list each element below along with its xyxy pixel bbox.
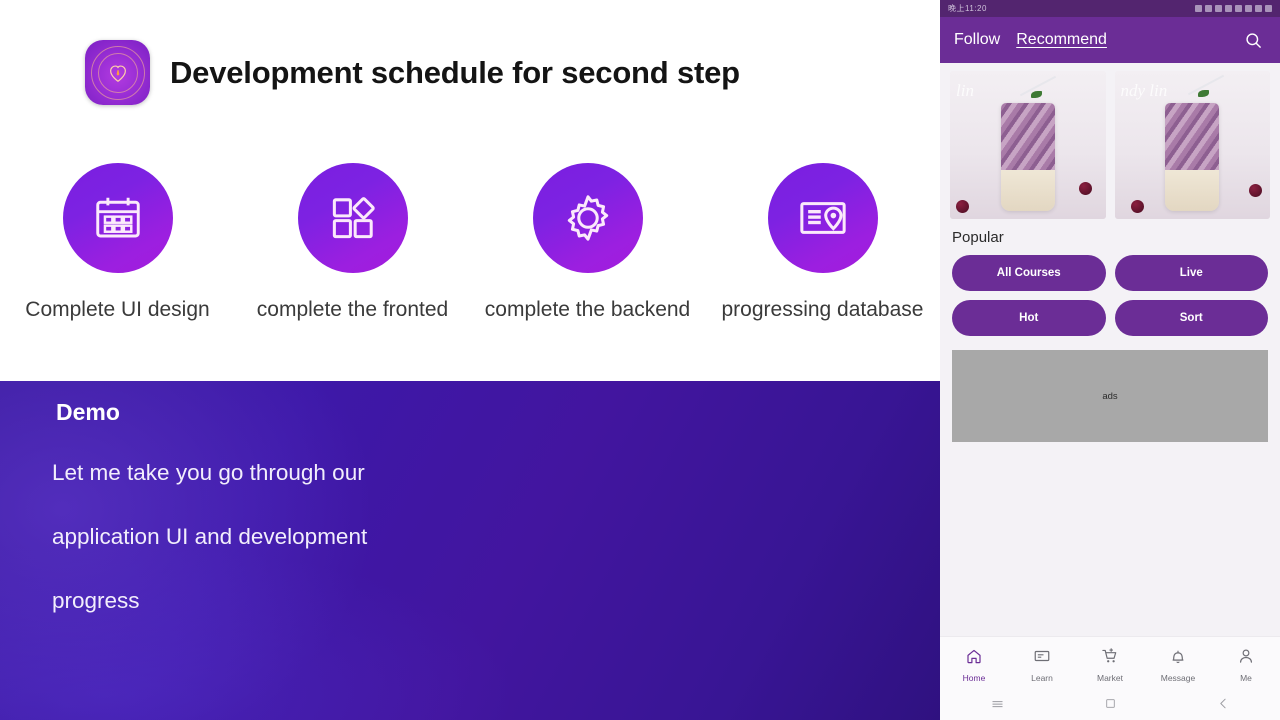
home-square-icon[interactable] xyxy=(1104,697,1117,715)
map-card-pin-icon xyxy=(767,163,878,273)
demo-heading: Demo xyxy=(56,399,120,425)
home-icon xyxy=(965,647,983,670)
step-item-complete-the-backend[interactable]: complete the backend xyxy=(470,163,705,324)
tab-follow[interactable]: Follow xyxy=(954,31,1000,49)
feed-card-row: lin ndy lin xyxy=(940,63,1280,219)
step-item-complete-ui-design[interactable]: Complete UI design xyxy=(0,163,235,324)
recents-icon[interactable] xyxy=(990,696,1005,716)
nav-label: Market xyxy=(1097,672,1123,683)
presentation-slide: Development schedule for second step Com… xyxy=(0,0,940,720)
widgets-layout-icon xyxy=(297,163,408,273)
status-icon xyxy=(1195,5,1202,12)
card-watermark: lin xyxy=(956,81,974,100)
learn-card-icon xyxy=(1033,647,1051,670)
card-watermark: ndy lin xyxy=(1120,81,1168,100)
tab-recommend[interactable]: Recommend xyxy=(1016,31,1107,49)
filter-button-all-courses[interactable]: All Courses xyxy=(952,255,1106,291)
berry-icon xyxy=(1130,200,1144,213)
mobile-app-panel: 晚上11:20 Follow Recommend lin ndy lin Pop… xyxy=(940,0,1280,720)
bottom-navigation: Home Learn Market Message Me xyxy=(940,636,1280,692)
demo-paragraph: Let me take you go through our applicati… xyxy=(52,441,472,633)
heart-app-logo-icon xyxy=(85,40,150,105)
nav-label: Learn xyxy=(1031,672,1053,683)
page-title: Development schedule for second step xyxy=(170,54,740,90)
drink-glass-icon xyxy=(1165,103,1220,211)
slide-title-row: Development schedule for second step xyxy=(85,40,740,105)
nav-label: Me xyxy=(1240,672,1252,683)
back-icon[interactable] xyxy=(1217,697,1230,715)
nav-item-message[interactable]: Message xyxy=(1144,647,1212,683)
step-item-progressing-database[interactable]: progressing database xyxy=(705,163,940,324)
berry-icon xyxy=(956,200,969,213)
demo-section: Demo Let me take you go through our appl… xyxy=(0,381,940,720)
status-bar-time: 晚上11:20 xyxy=(948,4,987,13)
filter-button-live[interactable]: Live xyxy=(1114,255,1268,291)
search-icon[interactable] xyxy=(1240,27,1266,53)
slide-upper-section: Development schedule for second step Com… xyxy=(0,0,940,381)
nav-item-learn[interactable]: Learn xyxy=(1008,647,1076,683)
demo-line: progress xyxy=(52,588,140,613)
demo-line: Let me take you go through our xyxy=(52,460,365,485)
gear-icon xyxy=(532,163,643,273)
berry-icon xyxy=(1078,182,1092,195)
nav-item-market[interactable]: Market xyxy=(1076,647,1144,683)
filter-button-sort[interactable]: Sort xyxy=(1114,300,1268,336)
app-bar-tabs: Follow Recommend xyxy=(954,31,1240,49)
nav-item-me[interactable]: Me xyxy=(1212,647,1280,683)
steps-row: Complete UI design complete the fronted xyxy=(0,163,940,324)
demo-line: application UI and development xyxy=(52,524,368,549)
status-icon xyxy=(1215,5,1222,12)
nav-item-home[interactable]: Home xyxy=(940,647,1008,683)
status-icon xyxy=(1265,5,1272,12)
status-bar: 晚上11:20 xyxy=(940,0,1280,17)
person-icon xyxy=(1237,647,1255,670)
step-label: progressing database xyxy=(721,298,924,321)
status-icon xyxy=(1245,5,1252,12)
market-cart-icon xyxy=(1101,647,1119,670)
secondary-glass-icon xyxy=(1121,129,1151,207)
step-item-complete-the-fronted[interactable]: complete the fronted xyxy=(235,163,470,324)
status-icon xyxy=(1235,5,1242,12)
status-icon xyxy=(1255,5,1262,12)
berry-icon xyxy=(1249,184,1262,197)
secondary-glass-icon xyxy=(952,129,982,207)
bell-icon xyxy=(1169,647,1187,670)
app-bar: Follow Recommend xyxy=(940,17,1280,63)
calendar-icon xyxy=(62,163,173,273)
filter-button-hot[interactable]: Hot xyxy=(952,300,1106,336)
step-label: complete the fronted xyxy=(256,298,449,321)
section-title-popular: Popular xyxy=(952,229,1004,246)
ads-placeholder[interactable]: ads xyxy=(952,350,1268,442)
step-label: Complete UI design xyxy=(25,298,210,321)
status-icon xyxy=(1205,5,1212,12)
feed-card[interactable]: ndy lin xyxy=(1114,71,1270,219)
step-label: complete the backend xyxy=(484,298,691,321)
feed-card[interactable]: lin xyxy=(950,71,1106,219)
status-icon xyxy=(1225,5,1232,12)
android-navigation-bar xyxy=(940,692,1280,720)
screenshot-root: Development schedule for second step Com… xyxy=(0,0,1280,720)
nav-label: Message xyxy=(1160,672,1196,683)
nav-label: Home xyxy=(962,672,986,683)
drink-glass-icon xyxy=(1000,103,1055,211)
filter-button-grid: All Courses Live Hot Sort xyxy=(940,248,1280,336)
